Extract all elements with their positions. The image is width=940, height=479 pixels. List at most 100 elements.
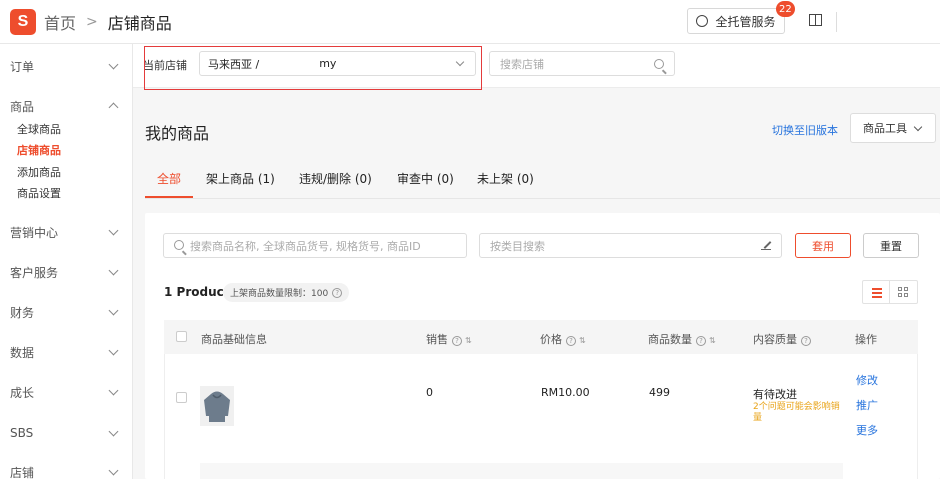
tab-active-indicator <box>145 196 193 198</box>
row-price: RM10.00 <box>541 386 590 399</box>
sidebar-group-products[interactable]: 商品 <box>0 96 133 116</box>
list-icon <box>872 292 882 294</box>
help-icon[interactable]: ? <box>452 336 462 346</box>
help-icon[interactable]: ? <box>801 336 811 346</box>
help-icon[interactable]: ? <box>696 336 706 346</box>
sort-icon[interactable]: ⇅ <box>579 336 586 345</box>
switch-old-version-link[interactable]: 切换至旧版本 <box>772 122 838 138</box>
list-icon <box>872 296 882 298</box>
sidebar-group-data[interactable]: 数据 <box>0 342 133 362</box>
sort-icon[interactable]: ⇅ <box>709 336 716 345</box>
category-search-input[interactable]: 按类目搜索 <box>479 233 782 258</box>
full-service-button[interactable]: 全托管服务 <box>687 8 785 34</box>
page-title: 我的商品 <box>145 124 210 143</box>
sidebar-group-orders[interactable]: 订单 <box>0 56 133 76</box>
reset-button[interactable]: 重置 <box>863 233 919 258</box>
more-action-link[interactable]: 更多 <box>856 422 878 438</box>
product-tools-label: 商品工具 <box>863 122 907 135</box>
row-sales: 0 <box>426 386 433 399</box>
edit-action-link[interactable]: 修改 <box>856 372 878 388</box>
sidebar-group-customer-service[interactable]: 客户服务 <box>0 262 133 282</box>
sidebar-group-label: 财务 <box>10 305 35 320</box>
grid-icon <box>904 287 908 291</box>
tab-violation[interactable]: 违规/删除 (0) <box>299 170 372 187</box>
chevron-down-icon <box>108 305 119 316</box>
header-divider <box>836 12 837 32</box>
help-icon[interactable]: ? <box>566 336 576 346</box>
grid-icon <box>898 287 902 291</box>
sidebar-group-shop[interactable]: 店铺 <box>0 462 133 479</box>
chevron-down-icon <box>108 426 119 437</box>
grid-icon <box>904 293 908 297</box>
tab-unlisted[interactable]: 未上架 (0) <box>477 170 534 187</box>
chevron-down-icon <box>108 225 119 236</box>
sidebar-item-product-settings[interactable]: 商品设置 <box>17 185 61 201</box>
col-header-sales[interactable]: 销售? ⇅ <box>426 331 472 347</box>
sidebar-group-sbs[interactable]: SBS <box>0 423 133 443</box>
sidebar-item-shop-products[interactable]: 店铺商品 <box>17 142 61 158</box>
search-icon <box>654 59 664 69</box>
list-icon <box>872 288 882 290</box>
chevron-up-icon <box>108 102 119 113</box>
sidebar: 订单 商品 全球商品 店铺商品 添加商品 商品设置 营销中心 客户服务 财务 数… <box>0 44 133 479</box>
top-header: S 首页 > 店铺商品 <box>0 0 940 44</box>
sidebar-group-finance[interactable]: 财务 <box>0 302 133 322</box>
listing-limit-badge: 上架商品数量限制：100 ? <box>223 283 350 302</box>
list-view-toggle[interactable] <box>862 280 890 304</box>
tab-live[interactable]: 架上商品 (1) <box>206 170 275 187</box>
chevron-down-icon <box>108 465 119 476</box>
store-highlight-box <box>144 46 482 90</box>
breadcrumb-home[interactable]: 首页 <box>44 10 76 34</box>
grid-icon <box>898 293 902 297</box>
select-all-checkbox[interactable] <box>176 331 187 342</box>
chevron-down-icon <box>108 265 119 276</box>
product-tools-button[interactable]: 商品工具 <box>850 113 936 143</box>
apply-button[interactable]: 套用 <box>795 233 851 258</box>
breadcrumb-current: 店铺商品 <box>107 13 172 33</box>
chevron-down-icon <box>913 122 923 132</box>
chevron-right-icon: > <box>86 13 98 30</box>
sidebar-group-label: 成长 <box>10 385 35 400</box>
row-quality-note[interactable]: 2个问题可能会影响销量 <box>753 402 848 424</box>
sidebar-group-label: SBS <box>10 426 34 440</box>
shopee-logo-icon[interactable]: S <box>10 8 36 35</box>
promote-action-link[interactable]: 推广 <box>856 397 878 413</box>
chevron-down-icon <box>108 385 119 396</box>
col-header-stock[interactable]: 商品数量? ⇅ <box>648 331 716 347</box>
variation-strip <box>200 463 843 479</box>
row-stock: 499 <box>649 386 670 399</box>
chevron-down-icon <box>108 345 119 356</box>
sidebar-group-marketing[interactable]: 营销中心 <box>0 222 133 242</box>
row-quality-status: 有待改进 <box>753 388 797 401</box>
col-header-content-quality: 内容质量? <box>753 331 811 347</box>
tab-reviewing[interactable]: 审查中 (0) <box>397 170 454 187</box>
tabs-divider <box>145 198 940 199</box>
sidebar-item-add-product[interactable]: 添加商品 <box>17 164 61 180</box>
full-service-label: 全托管服务 <box>715 14 776 29</box>
book-icon[interactable] <box>809 14 823 26</box>
category-search-placeholder: 按类目搜索 <box>490 239 545 253</box>
edit-pencil-icon[interactable] <box>761 240 771 250</box>
col-header-price[interactable]: 价格? ⇅ <box>540 331 586 347</box>
help-icon[interactable]: ? <box>332 287 343 298</box>
col-header-stock-label: 商品数量 <box>648 333 692 346</box>
hoodie-icon <box>204 391 230 422</box>
sidebar-item-global-products[interactable]: 全球商品 <box>17 121 61 137</box>
sidebar-group-label: 客户服务 <box>10 265 59 280</box>
sidebar-group-label: 商品 <box>10 99 35 114</box>
product-thumbnail[interactable] <box>200 386 234 426</box>
col-header-actions: 操作 <box>855 333 877 346</box>
sidebar-group-growth[interactable]: 成长 <box>0 382 133 402</box>
listing-limit-text: 上架商品数量限制：100 <box>230 289 329 299</box>
row-checkbox[interactable] <box>176 392 187 403</box>
tab-all[interactable]: 全部 <box>157 170 181 187</box>
grid-view-toggle[interactable] <box>890 280 918 304</box>
product-search-placeholder: 搜索商品名称, 全球商品货号, 规格货号, 商品ID <box>190 239 421 253</box>
search-icon <box>174 240 184 250</box>
product-search-input[interactable]: 搜索商品名称, 全球商品货号, 规格货号, 商品ID <box>163 233 467 258</box>
sort-icon[interactable]: ⇅ <box>465 336 472 345</box>
service-icon <box>696 15 709 27</box>
chevron-down-icon <box>108 59 119 70</box>
store-search-input[interactable]: 搜索店铺 <box>489 51 675 76</box>
sidebar-group-label: 营销中心 <box>10 225 59 240</box>
